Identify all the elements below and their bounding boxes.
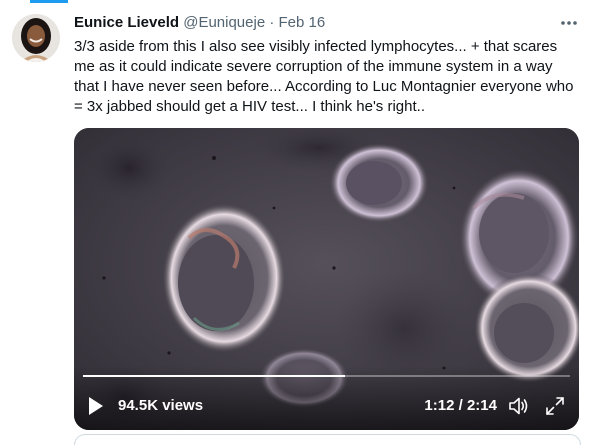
duration: 2:14 <box>466 397 497 414</box>
tweet-text-line: = 3x jabbed should get a HIV test... I t… <box>74 98 425 115</box>
video-progress-bar[interactable] <box>83 375 570 377</box>
avatar[interactable] <box>12 14 60 62</box>
view-count: 94.5K views <box>118 397 204 414</box>
volume-button[interactable] <box>508 396 530 416</box>
author-handle[interactable]: @Euniqueje <box>183 14 265 31</box>
video-progress-fill <box>83 375 345 377</box>
play-icon <box>89 397 103 415</box>
tweet-text-line: 3/3 aside from this I also see visibly i… <box>74 38 558 55</box>
tweet-text: 3/3 aside from this I also see visibly i… <box>74 37 584 117</box>
fullscreen-button[interactable] <box>545 396 565 416</box>
header-separator: · <box>269 14 275 31</box>
top-accent-bar <box>30 0 68 3</box>
time-separator: / <box>458 397 463 414</box>
more-options-button[interactable] <box>556 10 582 36</box>
video-player[interactable]: 94.5K views 1:12 / 2:14 <box>74 128 579 430</box>
video-time: 1:12 / 2:14 <box>424 397 497 415</box>
author-name[interactable]: Eunice Lieveld <box>74 14 179 31</box>
more-horizontal-icon <box>561 21 577 25</box>
fullscreen-icon <box>546 397 564 415</box>
next-card-edge <box>74 434 581 445</box>
avatar-image <box>12 14 60 62</box>
tweet-header: Eunice Lieveld @Euniqueje · Feb 16 <box>74 13 325 33</box>
tweet-text-line: me as it could indicate severe corruptio… <box>74 58 553 75</box>
play-button[interactable] <box>87 396 105 416</box>
current-time: 1:12 <box>424 397 455 414</box>
volume-icon <box>509 397 528 415</box>
tweet-date[interactable]: Feb 16 <box>279 14 326 31</box>
tweet-text-line: that I have never seen before... Accordi… <box>74 78 574 95</box>
